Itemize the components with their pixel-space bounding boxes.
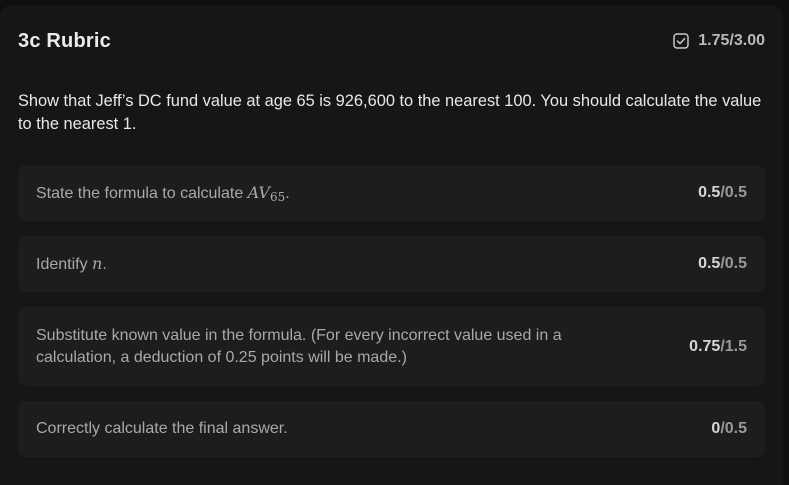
criterion-text: Substitute known value in the formula. (… [36,326,562,366]
criterion-text: State the formula to calculate AV65. [36,182,290,204]
question-text: Show that Jeff’s DC fund value at age 65… [18,92,762,133]
criterion-card: State the formula to calculate AV65. 0.5… [18,165,765,221]
math-expression: n [92,253,103,273]
total-score: 1.75/3.00 [673,32,765,50]
criterion-score: 0.5/0.5 [698,255,747,272]
criterion-text: Identify n. [36,253,107,273]
criterion-card: Identify n. 0.5/0.5 [18,236,765,292]
total-score-possible: /3.00 [729,32,765,49]
criterion-text: Correctly calculate the final answer. [36,420,288,437]
rubric-header: 3c Rubric 1.75/3.00 [18,27,765,55]
criterion-card: Correctly calculate the final answer. 0/… [18,401,765,457]
criterion-score: 0/0.5 [711,420,747,437]
criterion-card: Substitute known value in the formula. (… [18,307,765,386]
rubric-title: 3c Rubric [18,29,111,52]
criterion-score: 0.5/0.5 [698,184,747,201]
total-score-earned: 1.75 [698,32,730,49]
criterion-score: 0.75/1.5 [689,337,747,355]
checkbox-check-icon [673,33,690,49]
rubric-panel: 3c Rubric 1.75/3.00 Show that Jeff’s DC … [0,5,783,485]
math-expression: AV65 [247,182,286,204]
